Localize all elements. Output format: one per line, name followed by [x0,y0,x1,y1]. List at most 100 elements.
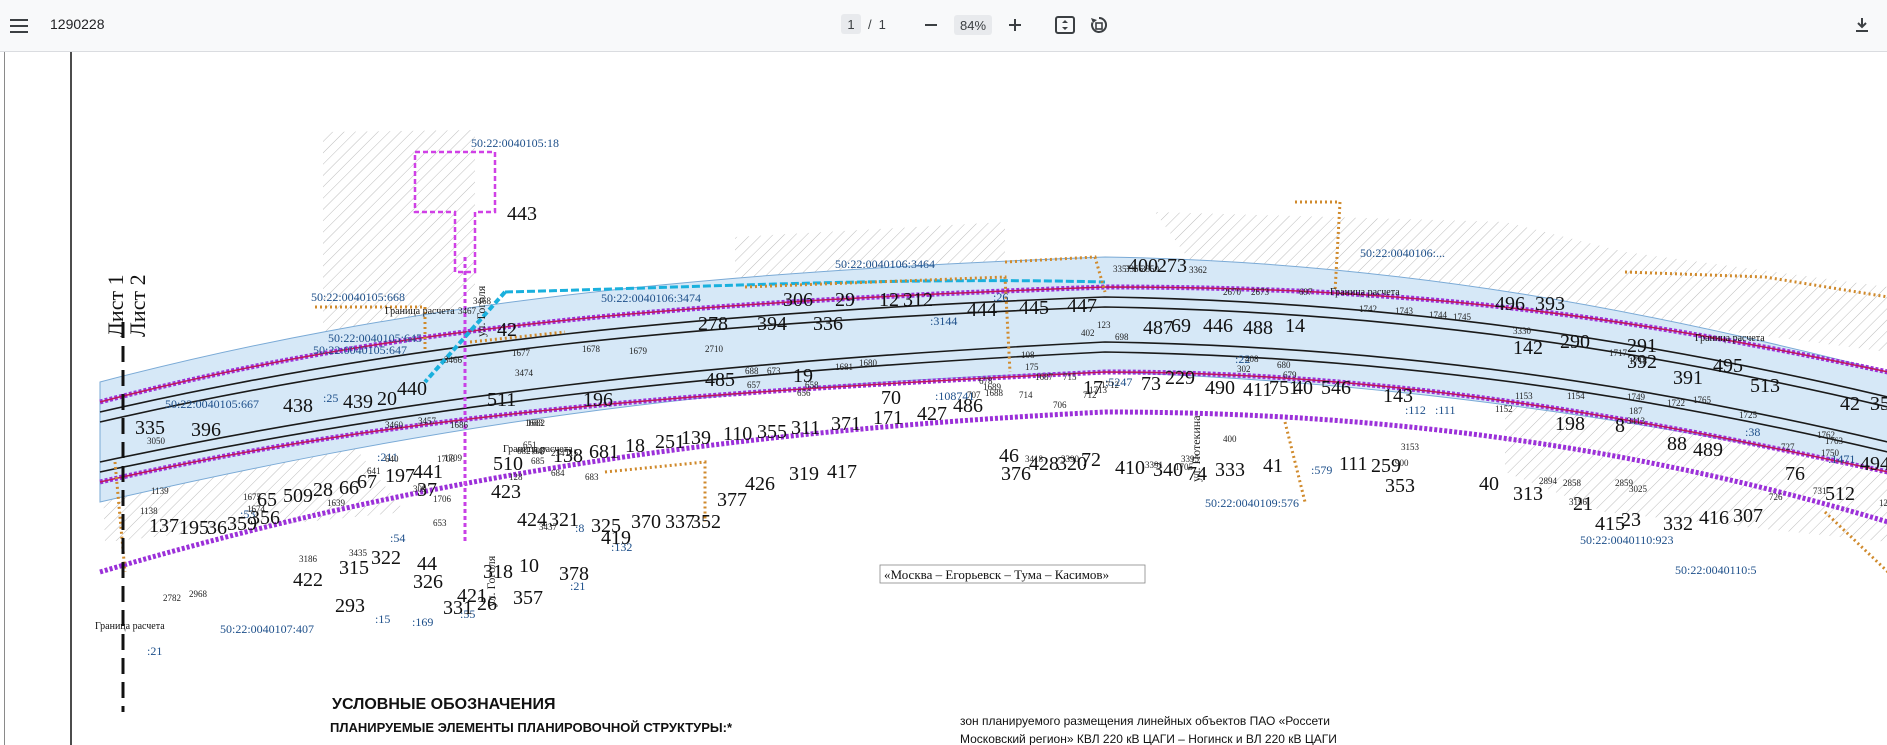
page-number-input[interactable]: 1 [841,14,861,34]
point-number: 3418 [1025,454,1044,464]
page-total: 1 [878,16,886,32]
view-tools [1052,12,1112,38]
point-number: 1687 [1035,372,1054,382]
point-number: 1639 [327,498,346,508]
parcel-number: 40 [1293,377,1313,399]
street-label: ул. Гоголя [474,285,488,337]
parcel-number: 355 [757,421,787,443]
parcel-id-label: 50:22:0040110:5 [1675,563,1757,577]
parcel-number: 546 [1321,377,1351,399]
parcel-number: 8 [1615,415,1625,437]
point-number: 1743 [1395,306,1414,316]
point-number: 234 [551,448,565,458]
zoom-out-icon[interactable] [918,12,944,38]
rotate-icon[interactable] [1086,12,1112,38]
parcel-id-label: 50:22:0040105:647 [313,343,407,357]
parcel-id-label: 50:22:0040105:18 [471,136,559,150]
legend-title: УСЛОВНЫЕ ОБОЗНАЧЕНИЯ [332,696,556,713]
point-number: 3457 [418,416,437,426]
parcel-number: 512 [1825,483,1855,505]
parcel-number: 12 [879,289,899,311]
point-number: 1722 [1667,398,1685,408]
parcel-number: 419 [601,527,631,549]
parcel-number: 315 [339,557,369,579]
short-code-label: :38 [1745,425,1760,439]
point-number: 679 [1283,370,1297,380]
point-number: 3435 [349,548,368,558]
parcel-number: 488 [1243,317,1273,339]
point-number: 707 [967,390,981,400]
parcel-number: 198 [1555,413,1585,435]
point-number: 1750 [1821,448,1840,458]
short-code-label: :169 [412,615,433,629]
point-number: 683 [585,472,599,482]
point-number: 3186 [299,554,318,564]
parcel-number: 110 [723,423,752,445]
parcel-number: 40 [1479,473,1499,495]
parcel-number: 509 [283,485,313,507]
point-number: 714 [1019,390,1033,400]
parcel-number: 319 [789,463,819,485]
parcel-number: 485 [705,369,735,391]
legend-text-1: зон планируемого размещения линейных объ… [960,714,1330,728]
parcel-number: 391 [1673,367,1703,389]
point-number: 1681 [835,362,853,372]
point-number: 1679 [629,346,648,356]
parcel-number: 273 [1157,255,1187,277]
point-number: 309 [413,484,427,494]
legend-subtitle: ПЛАНИРУЕМЫЕ ЭЛЕМЕНТЫ ПЛАНИРОВОЧНОЙ СТРУК… [330,720,733,735]
parcel-id-label: 50:22:0040106:... [1360,246,1445,260]
parcel-number: 88 [1667,433,1687,455]
parcel-number: 23 [1621,509,1641,531]
document-viewport[interactable]: Лист 1 Лист 2 ул. Гоголя ул. Гоголя ул. … [0,52,1887,745]
parcel-number: 10 [519,555,539,577]
parcel-number: 376 [1001,463,1031,485]
parcel-id-label: 50:22:0040109:576 [1205,496,1299,510]
point-number: 1713 [1089,385,1108,395]
calc-boundary-label: Граница расчета [1695,333,1765,344]
page-control: 1 / 1 [841,14,886,34]
short-code-label: :3144 [930,314,957,328]
point-number: 698 [1115,332,1129,342]
point-number: 128 [509,472,523,482]
point-number: 685 [531,456,545,466]
point-number: 3025 [1629,484,1648,494]
point-number: 2894 [1539,476,1558,486]
parcel-number: 69 [1171,315,1191,337]
fit-page-icon[interactable] [1052,12,1078,38]
parcel-number: 489 [1693,439,1723,461]
parcel-number: 333 [1215,459,1245,481]
parcel-number: 307 [1733,505,1763,527]
parcel-number: 318 [483,561,513,583]
parcel-number: 72 [1081,449,1101,471]
point-number: 115 [565,448,579,458]
point-number: 175 [1025,362,1039,372]
parcel-number: 14 [1285,315,1305,337]
point-number: 2710 [705,344,724,354]
parcel-number: 353 [1385,475,1415,497]
download-icon[interactable] [1849,12,1875,38]
parcel-number: 495 [1713,355,1743,377]
point-number: 653 [433,518,447,528]
point-number: 1686 [450,420,469,430]
point-number: 3466 [444,355,463,365]
point-number: 1154 [1567,391,1585,401]
parcel-number: 76 [1785,463,1805,485]
point-number: 673 [767,366,781,376]
parcel-number: 41 [1263,455,1283,477]
parcel-number: 496 [1495,293,1525,315]
menu-icon[interactable] [6,14,32,38]
point-number: 2670 [1223,287,1242,297]
point-number: 3468 [473,296,492,306]
zoom-in-icon[interactable] [1002,12,1028,38]
short-code-label: :15 [375,612,390,626]
parcel-id-label: 50:22:0040105:667 [165,397,259,411]
parcel-number: 18 [625,435,645,457]
point-number: 727 [1781,442,1795,452]
point-number: 400 [1223,434,1237,444]
parcel-number: 357 [513,587,543,609]
parcel-number: 139 [681,427,711,449]
parcel-number: 439 [343,391,373,413]
zoom-level[interactable]: 84% [954,15,993,35]
point-number: 402 [1081,328,1095,338]
